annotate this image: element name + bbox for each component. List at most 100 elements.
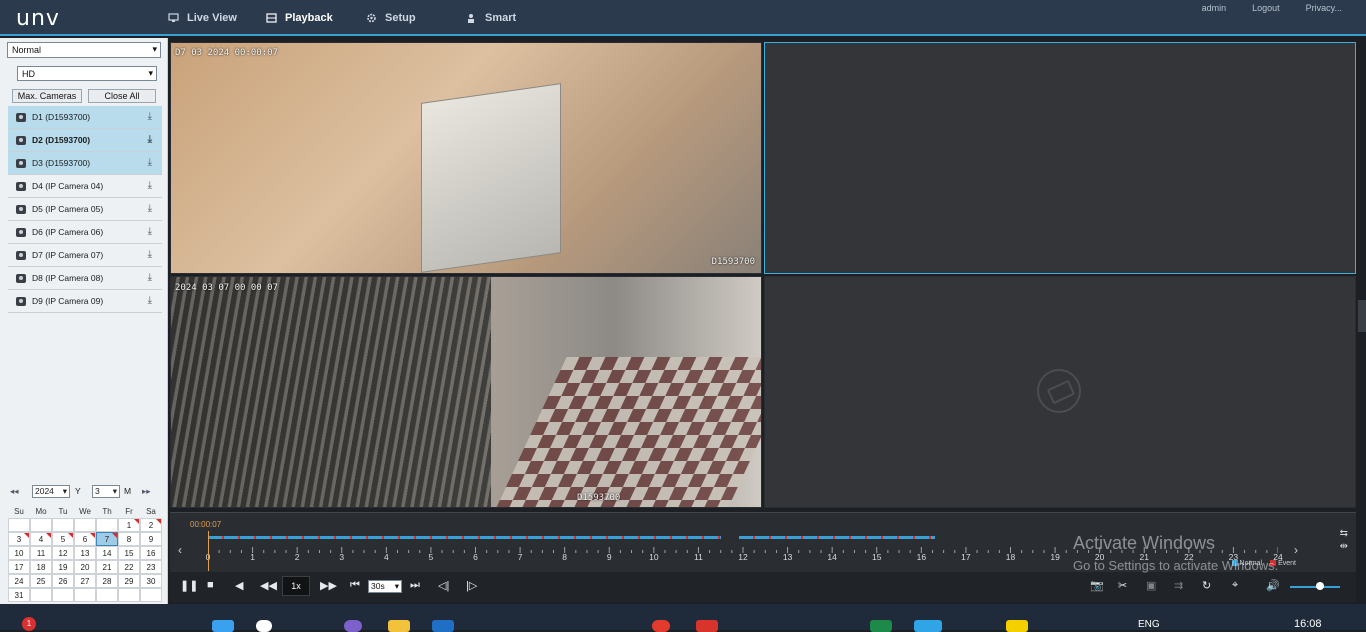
calendar-day[interactable]: 17 (8, 560, 30, 574)
camera-list-item[interactable]: D1 (D1593700) ⤓ (8, 106, 162, 129)
next-month-icon[interactable]: ▸▸ (142, 486, 151, 497)
video-tile-3[interactable]: 2024 03 07 00 00 07 D1593700 (170, 276, 762, 508)
download-icon[interactable]: ⤓ (148, 111, 152, 122)
nav-smart[interactable]: Smart (466, 0, 516, 36)
calendar-day[interactable]: 7 (96, 532, 118, 546)
tag-icon[interactable]: ⌖ (1232, 579, 1238, 592)
nav-live-view[interactable]: Live View (168, 0, 237, 36)
calendar-day[interactable]: 21 (96, 560, 118, 574)
calendar-day[interactable]: 5 (52, 532, 74, 546)
calendar-day[interactable]: 11 (30, 546, 52, 560)
video-tile-4[interactable] (764, 276, 1356, 508)
calendar-day[interactable]: 1 (118, 518, 140, 532)
calendar-day[interactable]: 15 (118, 546, 140, 560)
snapshot-icon[interactable]: 📷 (1090, 579, 1104, 592)
camera-list-item[interactable]: D2 (D1593700) ⤓ (8, 129, 162, 152)
calendar-day[interactable]: 16 (140, 546, 162, 560)
prev-year-icon[interactable]: ◂◂ (10, 486, 19, 497)
file-explorer-icon[interactable] (388, 620, 410, 632)
calendar-day[interactable]: 28 (96, 574, 118, 588)
calendar-day[interactable]: 14 (96, 546, 118, 560)
calendar-day[interactable]: 29 (118, 574, 140, 588)
privacy-link[interactable]: Privacy... (1306, 3, 1342, 13)
calendar-day[interactable]: 24 (8, 574, 30, 588)
camera-list-item[interactable]: D5 (IP Camera 05) ⤓ (8, 198, 162, 221)
download-icon[interactable]: ⤓ (148, 203, 152, 214)
calendar-day[interactable]: 2 (140, 518, 162, 532)
calendar-day[interactable]: 18 (30, 560, 52, 574)
app-icon[interactable] (696, 620, 718, 632)
pause-icon[interactable]: ❚❚ (180, 579, 198, 592)
mode-select[interactable]: Normal ▾ (7, 42, 161, 58)
download-icon[interactable]: ⤓ (148, 249, 152, 260)
download-icon[interactable]: ⤓ (148, 272, 152, 283)
calendar-day[interactable]: 20 (74, 560, 96, 574)
volume-slider-knob[interactable] (1316, 582, 1324, 590)
interval-select[interactable]: 30s ▾ (368, 580, 402, 593)
save-icon[interactable]: ▣ (1146, 579, 1156, 592)
camera-list-item[interactable]: D7 (IP Camera 07) ⤓ (8, 244, 162, 267)
video-tile-2[interactable] (764, 42, 1356, 274)
calendar-day[interactable]: 6 (74, 532, 96, 546)
download-icon[interactable]: ⤓ (148, 134, 152, 145)
calendar-day[interactable]: 25 (30, 574, 52, 588)
logout-link[interactable]: Logout (1252, 3, 1280, 13)
sync-icon[interactable]: ⇉ (1174, 579, 1183, 592)
camera-list-item[interactable]: D3 (D1593700) ⤓ (8, 152, 162, 175)
calendar-day[interactable]: 23 (140, 560, 162, 574)
prev-frame-icon[interactable]: ◁| (438, 579, 449, 592)
calendar-day[interactable]: 12 (52, 546, 74, 560)
calendar-day[interactable]: 31 (8, 588, 30, 602)
timeline-next-icon[interactable]: › (1294, 543, 1298, 557)
calendar-day[interactable]: 10 (8, 546, 30, 560)
fast-icon[interactable]: ▶▶ (320, 579, 337, 592)
timeline-zoom-icons[interactable]: ⇆ ⇹ (1340, 527, 1348, 553)
skip-forward-icon[interactable]: ⏭ (410, 579, 420, 592)
app-icon[interactable] (344, 620, 362, 632)
stream-select[interactable]: HD ▾ (17, 66, 157, 81)
year-select[interactable]: 2024 ▾ (32, 485, 70, 498)
volume-icon[interactable]: 🔊 (1266, 579, 1280, 592)
reverse-play-icon[interactable]: ◀ (235, 579, 243, 592)
nav-playback[interactable]: Playback (266, 0, 333, 36)
panel-collapse-handle[interactable] (1358, 300, 1366, 332)
camera-list-item[interactable]: D9 (IP Camera 09) ⤓ (8, 290, 162, 313)
volume-slider[interactable] (1290, 586, 1340, 588)
calendar-day[interactable]: 22 (118, 560, 140, 574)
calendar-day[interactable]: 8 (118, 532, 140, 546)
close-all-button[interactable]: Close All (88, 89, 156, 103)
chrome-icon[interactable] (652, 620, 670, 632)
clock[interactable]: 16:08 (1294, 618, 1322, 630)
download-icon[interactable]: ⤓ (148, 295, 152, 306)
clip-icon[interactable]: ✂ (1118, 579, 1127, 592)
camera-list-item[interactable]: D8 (IP Camera 08) ⤓ (8, 267, 162, 290)
calendar-day[interactable]: 13 (74, 546, 96, 560)
download-icon[interactable]: ⤓ (148, 226, 152, 237)
slow-icon[interactable]: ◀◀ (260, 579, 277, 592)
windows-start-icon[interactable] (212, 620, 234, 632)
language-indicator[interactable]: ENG (1138, 619, 1160, 630)
next-frame-icon[interactable]: |▷ (466, 579, 477, 592)
download-icon[interactable]: ⤓ (148, 157, 152, 168)
month-select[interactable]: 3 ▾ (92, 485, 120, 498)
calendar-day[interactable]: 19 (52, 560, 74, 574)
camera-list-item[interactable]: D6 (IP Camera 06) ⤓ (8, 221, 162, 244)
excel-icon[interactable] (870, 620, 892, 632)
recording-segment[interactable] (738, 536, 935, 539)
calendar-day[interactable]: 9 (140, 532, 162, 546)
sticky-notes-icon[interactable] (1006, 620, 1028, 632)
timeline-prev-icon[interactable]: ‹ (178, 543, 182, 557)
calendar-day[interactable]: 3 (8, 532, 30, 546)
calendar-day[interactable]: 30 (140, 574, 162, 588)
timeline-cursor[interactable] (208, 531, 209, 571)
video-tile-1[interactable]: D7 03 2024 00:00:07 D1593700 (170, 42, 762, 274)
browser-icon[interactable] (914, 620, 942, 632)
max-cameras-button[interactable]: Max. Cameras (12, 89, 82, 103)
outlook-icon[interactable] (432, 620, 454, 632)
recording-segment[interactable] (208, 536, 721, 539)
download-icon[interactable]: ⤓ (148, 180, 152, 191)
skip-back-icon[interactable]: ⏮ (350, 579, 360, 592)
replay-icon[interactable]: ↻ (1202, 579, 1211, 592)
stop-icon[interactable]: ■ (207, 579, 214, 591)
calendar-day[interactable]: 26 (52, 574, 74, 588)
